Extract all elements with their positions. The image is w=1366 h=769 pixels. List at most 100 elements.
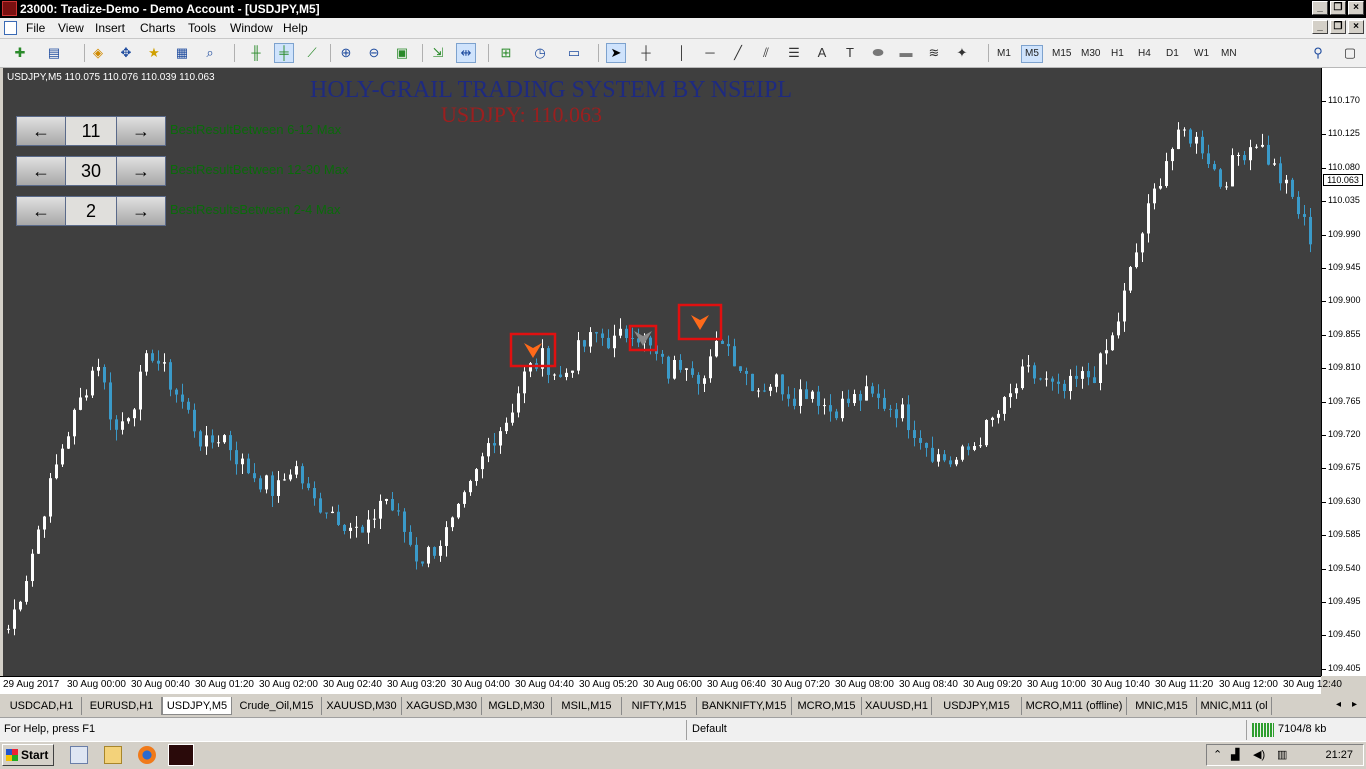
candle (1117, 321, 1120, 336)
bar-chart-icon[interactable]: ╫ (246, 43, 266, 63)
horizontal-line-icon[interactable]: ─ (700, 43, 720, 63)
minimize-button[interactable]: _ (1312, 1, 1328, 15)
crosshair-icon[interactable]: ┼ (636, 43, 656, 63)
candle (595, 332, 598, 334)
tab-mcro-m15[interactable]: MCRO,M15 (792, 697, 862, 715)
timeframe-h1[interactable]: H1 (1108, 46, 1127, 62)
zoom-out-icon[interactable]: ⊖ (364, 43, 384, 63)
rectangle-icon[interactable]: ▬ (896, 43, 916, 63)
timeframe-m5[interactable]: M5 (1021, 45, 1043, 63)
data-window-icon[interactable]: ★ (144, 43, 164, 63)
navigator-icon[interactable]: ✥ (116, 43, 136, 63)
increase-button-2[interactable]: → (116, 156, 166, 186)
line-chart-icon[interactable]: ⟋ (302, 43, 322, 63)
terminal-icon[interactable]: ▦ (172, 43, 192, 63)
tab-crude-oil-m15[interactable]: Crude_Oil,M15 (232, 697, 322, 715)
network-icon[interactable]: ▟ (1231, 748, 1239, 761)
strategy-tester-icon[interactable]: ⌕ (200, 43, 220, 63)
document-icon[interactable] (4, 21, 17, 35)
keyboard-icon[interactable]: ▥ (1277, 748, 1287, 761)
chat-icon[interactable]: ▢ (1340, 43, 1360, 63)
increase-button-1[interactable]: → (116, 116, 166, 146)
menu-charts[interactable]: Charts (140, 21, 175, 35)
tab-usdcad-h1[interactable]: USDCAD,H1 (2, 697, 82, 715)
tab-eurusd-h1[interactable]: EURUSD,H1 (82, 697, 162, 715)
decrease-button-1[interactable]: ← (16, 116, 66, 146)
tab-usdjpy-m5[interactable]: USDJPY,M5 (162, 697, 232, 715)
periods-icon[interactable]: ◷ (530, 43, 550, 63)
mdi-close-button[interactable]: × (1348, 20, 1364, 34)
mdi-minimize-button[interactable]: _ (1312, 20, 1328, 34)
tab-scroll-right-icon[interactable]: ▸ (1352, 699, 1357, 710)
ellipse-icon[interactable]: ⬬ (868, 43, 888, 63)
tab-mgld-m30[interactable]: MGLD,M30 (482, 697, 552, 715)
show-desktop-icon[interactable] (70, 746, 88, 764)
menu-help[interactable]: Help (283, 21, 308, 35)
time-axis[interactable]: 29 Aug 2017 30 Aug 00:00 30 Aug 00:40 30 Au… (0, 676, 1342, 694)
price-axis[interactable]: 110.063 110.170 110.125 110.080 110.035 109.… (1321, 68, 1366, 676)
timeframe-w1[interactable]: W1 (1191, 46, 1212, 62)
timeframe-d1[interactable]: D1 (1163, 46, 1182, 62)
tab-msil-m15[interactable]: MSIL,M15 (552, 697, 622, 715)
cursor-icon[interactable]: ➤ (606, 43, 626, 63)
auto-scroll-icon[interactable]: ⇲ (428, 43, 448, 63)
timeframe-h4[interactable]: H4 (1135, 46, 1154, 62)
text-icon[interactable]: A (812, 43, 832, 63)
search-icon[interactable]: ⚲ (1308, 43, 1328, 63)
candle (1231, 155, 1234, 187)
chart-shift-icon[interactable]: ⇹ (456, 43, 476, 63)
tab-xauusd-m30[interactable]: XAUUSD,M30 (322, 697, 402, 715)
tab-usdjpy-m15[interactable]: USDJPY,M15 (932, 697, 1022, 715)
tab-banknifty-m15[interactable]: BANKNIFTY,M15 (697, 697, 792, 715)
arrows-icon[interactable]: ✦ (952, 43, 972, 63)
decrease-button-3[interactable]: ← (16, 196, 66, 226)
fibonacci-icon[interactable]: ☰ (784, 43, 804, 63)
tab-xagusd-m30[interactable]: XAGUSD,M30 (402, 697, 482, 715)
tab-nifty-m15[interactable]: NIFTY,M15 (622, 697, 697, 715)
timeframe-m30[interactable]: M30 (1078, 46, 1103, 62)
tab-mnic-m11-ol[interactable]: MNIC,M11 (ol (1197, 697, 1272, 715)
tab-mcro-m11-offline[interactable]: MCRO,M11 (offline) (1022, 697, 1127, 715)
profiles-icon[interactable]: ▤ (44, 43, 64, 63)
tray-expand-icon[interactable]: ⌃ (1213, 748, 1222, 761)
timeframe-m1[interactable]: M1 (994, 46, 1014, 62)
menu-file[interactable]: File (26, 21, 45, 35)
candle (859, 394, 862, 401)
menu-insert[interactable]: Insert (95, 21, 125, 35)
menu-view[interactable]: View (58, 21, 84, 35)
restore-button[interactable]: ❐ (1330, 1, 1346, 15)
fibo-fan-icon[interactable]: ≋ (924, 43, 944, 63)
market-watch-icon[interactable]: ◈ (88, 43, 108, 63)
start-button[interactable]: Start (2, 744, 54, 766)
tab-mnic-m15[interactable]: MNIC,M15 (1127, 697, 1197, 715)
candle (61, 448, 64, 465)
templates-icon[interactable]: ▭ (564, 43, 584, 63)
text-label-icon[interactable]: T (840, 43, 860, 63)
mdi-restore-button[interactable]: ❐ (1330, 20, 1346, 34)
increase-button-3[interactable]: → (116, 196, 166, 226)
chart-area[interactable]: USDJPY,M5 110.075 110.076 110.039 110.06… (3, 68, 1321, 676)
timeframe-mn[interactable]: MN (1218, 46, 1240, 62)
zoom-in-icon[interactable]: ⊕ (336, 43, 356, 63)
timeframe-m15[interactable]: M15 (1049, 46, 1074, 62)
decrease-button-2[interactable]: ← (16, 156, 66, 186)
tile-windows-icon[interactable]: ▣ (392, 43, 412, 63)
channel-icon[interactable]: ⫽ (756, 43, 776, 63)
candlestick-icon[interactable]: ╪ (274, 43, 294, 63)
firefox-icon[interactable] (138, 746, 156, 764)
menu-window[interactable]: Window (230, 21, 273, 35)
close-button[interactable]: × (1348, 1, 1364, 15)
tab-xauusd-h1[interactable]: XAUUSD,H1 (862, 697, 932, 715)
indicators-icon[interactable]: ⊞ (496, 43, 516, 63)
candle (103, 366, 106, 383)
explorer-icon[interactable] (104, 746, 122, 764)
volume-icon[interactable]: ◀) (1253, 748, 1265, 761)
new-chart-icon[interactable]: ✚ (10, 43, 30, 63)
trendline-icon[interactable]: ╱ (728, 43, 748, 63)
vertical-line-icon[interactable]: │ (672, 43, 692, 63)
metatrader-task-icon[interactable] (168, 744, 194, 766)
menu-tools[interactable]: Tools (188, 21, 216, 35)
candle (1063, 383, 1066, 392)
candle (37, 529, 40, 554)
tab-scroll-left-icon[interactable]: ◂ (1336, 699, 1341, 710)
